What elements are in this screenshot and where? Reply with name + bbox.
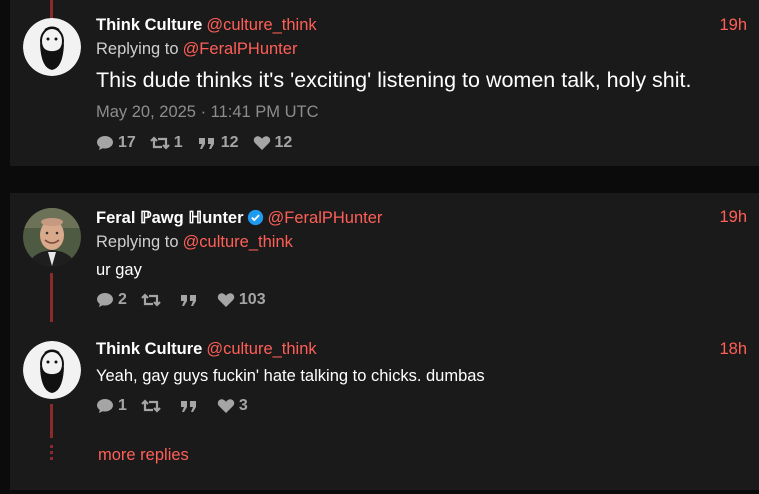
tweet-stats: 2 103 — [96, 291, 280, 309]
tweet-card: Think Culture @culture_think 19h Replying… — [10, 0, 759, 166]
retweet-stat[interactable] — [141, 292, 165, 308]
tweet-date[interactable]: May 20, 2025 · 11:41 PM UTC — [96, 103, 319, 122]
comment-icon — [97, 293, 113, 307]
heart-icon — [217, 399, 235, 413]
tweet-text: Yeah, gay guys fuckin' hate talking to c… — [96, 367, 485, 385]
retweet-icon — [141, 293, 161, 307]
quote-stat[interactable] — [179, 292, 203, 308]
reply-stat[interactable]: 1 — [96, 397, 127, 415]
heart-icon — [253, 136, 270, 150]
author-name[interactable]: Think Culture — [96, 340, 202, 358]
like-stat[interactable]: 103 — [217, 291, 266, 309]
thread-line — [50, 404, 53, 438]
like-stat[interactable]: 12 — [253, 134, 293, 152]
author-handle[interactable]: @FeralPHunter — [268, 209, 383, 227]
replying-prefix: Replying to — [96, 233, 179, 251]
replying-handle[interactable]: @FeralPHunter — [183, 40, 298, 58]
comment-icon — [97, 136, 113, 150]
avatar[interactable] — [23, 208, 81, 266]
tweet-text: This dude thinks it's 'exciting' listeni… — [96, 68, 692, 92]
avatar[interactable] — [23, 18, 81, 76]
reply-count: 17 — [118, 134, 136, 151]
replying-to: Replying to @FeralPHunter — [96, 40, 297, 59]
tweet-time[interactable]: 19h — [719, 208, 747, 227]
quote-count: 12 — [220, 134, 239, 151]
retweet-count: 1 — [173, 134, 183, 151]
retweet-stat[interactable]: 1 — [150, 134, 183, 152]
like-count: 103 — [238, 291, 266, 308]
thread-line — [50, 0, 53, 18]
comment-icon — [97, 399, 113, 413]
more-replies-link[interactable]: more replies — [98, 446, 189, 465]
thread-dots — [50, 445, 53, 463]
tweet-time[interactable]: 18h — [719, 340, 747, 359]
quote-stat[interactable] — [179, 398, 203, 414]
quote-icon — [180, 401, 196, 412]
reply-count: 1 — [118, 397, 127, 414]
author-row: Think Culture @culture_think — [96, 16, 317, 35]
tweet-time[interactable]: 19h — [719, 16, 747, 35]
author-handle[interactable]: @culture_think — [206, 340, 316, 358]
thread-card: Feral ℙawg ℍunter @FeralPHunter 19h Reply… — [10, 193, 759, 490]
like-count: 12 — [274, 134, 293, 151]
like-count: 3 — [238, 397, 248, 414]
author-row: Feral ℙawg ℍunter @FeralPHunter — [96, 208, 382, 228]
tweet-stats: 1 3 — [96, 397, 262, 415]
replying-handle[interactable]: @culture_think — [183, 233, 293, 251]
retweet-icon — [150, 136, 170, 150]
reply-count: 2 — [118, 291, 127, 308]
replying-to: Replying to @culture_think — [96, 233, 293, 252]
quote-icon — [198, 138, 214, 149]
author-handle[interactable]: @culture_think — [206, 16, 316, 34]
retweet-icon — [141, 399, 161, 413]
author-name[interactable]: Feral ℙawg ℍunter — [96, 209, 244, 227]
tweet-stats: 17 1 12 12 — [96, 134, 306, 152]
tweet-text: ur gay — [96, 261, 142, 279]
quote-icon — [180, 295, 196, 306]
quote-stat[interactable]: 12 — [197, 134, 239, 152]
author-name[interactable]: Think Culture — [96, 16, 202, 34]
verified-icon — [247, 209, 263, 226]
avatar[interactable] — [23, 341, 81, 399]
thread-line — [50, 273, 53, 322]
like-stat[interactable]: 3 — [217, 397, 248, 415]
retweet-stat[interactable] — [141, 398, 165, 414]
replying-prefix: Replying to — [96, 40, 179, 58]
heart-icon — [217, 293, 235, 307]
author-row: Think Culture @culture_think — [96, 340, 317, 359]
reply-stat[interactable]: 17 — [96, 134, 136, 152]
reply-stat[interactable]: 2 — [96, 291, 127, 309]
